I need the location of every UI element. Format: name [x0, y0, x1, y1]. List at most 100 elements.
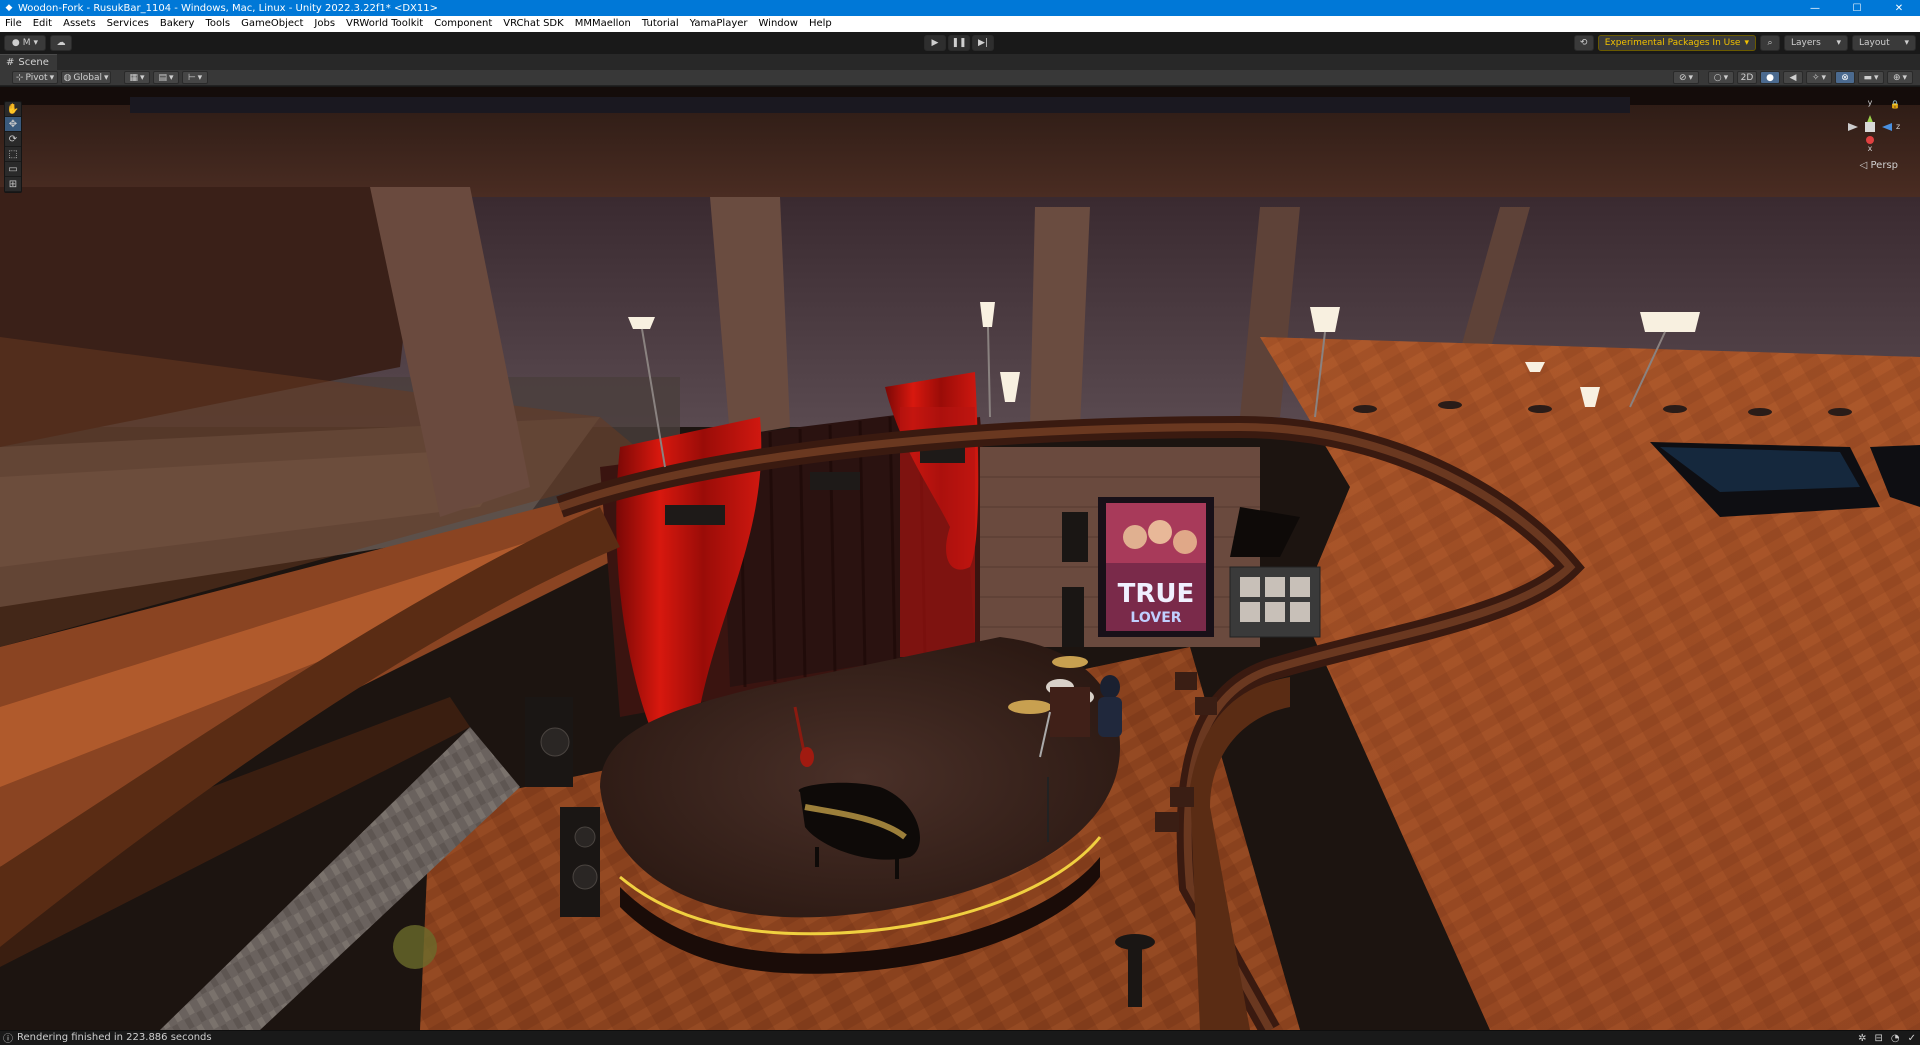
rotate-tool-button[interactable]: ⟳ — [5, 132, 21, 147]
chevron-down-icon: ▾ — [197, 72, 203, 83]
transform-tool-button[interactable]: ⊞ — [5, 177, 21, 192]
account-label: M — [22, 38, 31, 48]
gizmo-y-label: y — [1868, 98, 1873, 107]
window-title: Woodon-Fork - RusukBar_1104 - Windows, M… — [18, 2, 438, 14]
menu-assets[interactable]: Assets — [58, 16, 102, 32]
account-dropdown[interactable]: ● M ▾ — [4, 35, 46, 51]
menu-tutorial[interactable]: Tutorial — [637, 16, 685, 32]
scene-tools-overlay: ✋ ✥ ⟳ ⬚ ▭ ⊞ — [4, 101, 22, 193]
layout-label: Layout — [1859, 38, 1890, 48]
pause-button[interactable]: ❚❚ — [948, 35, 970, 51]
chevron-down-icon: ▾ — [1688, 72, 1694, 83]
orientation-dropdown[interactable]: ⊘ ▾ — [1673, 71, 1699, 84]
lock-icon: 🔒 — [1890, 100, 1900, 109]
menu-mmmaellon[interactable]: MMMaellon — [570, 16, 637, 32]
status-message[interactable]: Rendering finished in 223.886 seconds — [17, 1032, 212, 1043]
cloud-button[interactable]: ☁ — [50, 35, 72, 51]
layers-label: Layers — [1791, 38, 1821, 48]
draw-mode-dropdown[interactable]: ○ ▾ — [1708, 71, 1734, 84]
menu-bakery[interactable]: Bakery — [155, 16, 201, 32]
gizmo-x-label: x — [1868, 144, 1873, 153]
menu-vrworld-toolkit[interactable]: VRWorld Toolkit — [341, 16, 429, 32]
hidden-objects-toggle[interactable]: ⊗ — [1835, 71, 1855, 84]
search-button[interactable]: ⌕ — [1760, 35, 1780, 51]
status-bar: ⓘ Rendering finished in 223.886 seconds … — [0, 1030, 1920, 1045]
orientation-icon: ⊘ — [1678, 72, 1687, 83]
account-icon: ● — [11, 38, 20, 48]
close-button[interactable]: ✕ — [1878, 0, 1920, 16]
bug-icon[interactable]: ✲ — [1858, 1033, 1866, 1044]
camera-icon: ▬ — [1863, 72, 1872, 83]
increment-snap-dropdown[interactable]: ⊢ ▾ — [182, 71, 208, 84]
step-icon: ▶| — [978, 38, 988, 48]
chevron-down-icon: ▾ — [1836, 38, 1841, 48]
global-dropdown[interactable]: ◍ Global ▾ — [61, 71, 111, 84]
shading-icon: ○ — [1713, 72, 1722, 83]
tab-scene[interactable]: # Scene — [0, 54, 57, 70]
global-label: Global — [73, 72, 103, 83]
network-icon[interactable]: ⊟ — [1874, 1033, 1882, 1044]
play-button[interactable]: ▶ — [924, 35, 946, 51]
gizmos-dropdown[interactable]: ⊕ ▾ — [1887, 71, 1913, 84]
scene-tab-bar: # Scene — [0, 54, 1920, 70]
chevron-down-icon: ▾ — [1904, 38, 1909, 48]
window-title-bar: ◆ Woodon-Fork - RusukBar_1104 - Windows,… — [0, 0, 1920, 16]
chevron-down-icon: ▾ — [1744, 38, 1749, 48]
menu-edit[interactable]: Edit — [28, 16, 58, 32]
play-icon: ▶ — [931, 38, 939, 48]
scene-viewport[interactable]: TRUE LOVER ✋ ✥ ⟳ ⬚ ▭ ⊞ y z x 🔒 ◁ Persp — [0, 87, 1920, 1030]
view-tool-button[interactable]: ✋ — [5, 102, 21, 117]
menu-bar: File Edit Assets Services Bakery Tools G… — [0, 16, 1920, 32]
menu-jobs[interactable]: Jobs — [309, 16, 341, 32]
experimental-packages-dropdown[interactable]: Experimental Packages In Use ▾ — [1597, 35, 1756, 51]
lightbulb-icon: ● — [1766, 72, 1774, 83]
menu-component[interactable]: Component — [429, 16, 498, 32]
step-button[interactable]: ▶| — [972, 35, 994, 51]
chevron-down-icon: ▾ — [168, 72, 174, 83]
move-tool-button[interactable]: ✥ — [5, 117, 21, 132]
lighting-toggle[interactable]: ● — [1760, 71, 1780, 84]
minimize-button[interactable]: — — [1794, 0, 1836, 16]
eye-off-icon: ⊗ — [1841, 72, 1849, 83]
menu-gameobject[interactable]: GameObject — [236, 16, 309, 32]
scene-icon: # — [6, 57, 15, 68]
snap-icon: ▤ — [158, 72, 167, 83]
camera-dropdown[interactable]: ▬ ▾ — [1858, 71, 1884, 84]
globe-icon: ◍ — [63, 72, 72, 83]
effects-icon: ✧ — [1811, 72, 1820, 83]
maximize-button[interactable]: ☐ — [1836, 0, 1878, 16]
layout-dropdown[interactable]: Layout ▾ — [1852, 35, 1916, 51]
chevron-down-icon: ▾ — [1873, 72, 1879, 83]
menu-file[interactable]: File — [0, 16, 28, 32]
audio-toggle[interactable]: ◀ — [1783, 71, 1803, 84]
persp-arrow-icon: ◁ — [1859, 160, 1868, 171]
menu-services[interactable]: Services — [102, 16, 155, 32]
pivot-dropdown[interactable]: ⊹ Pivot ▾ — [12, 71, 58, 84]
poster-title-line1: TRUE — [1118, 579, 1195, 609]
menu-tools[interactable]: Tools — [200, 16, 236, 32]
menu-vrchat-sdk[interactable]: VRChat SDK — [498, 16, 569, 32]
move-icon: ✥ — [8, 118, 18, 130]
snap-increment-dropdown[interactable]: ▤ ▾ — [153, 71, 179, 84]
persp-label[interactable]: ◁ Persp — [1860, 160, 1898, 171]
transform-icon: ⊞ — [8, 178, 18, 190]
menu-help[interactable]: Help — [804, 16, 838, 32]
effects-dropdown[interactable]: ✧ ▾ — [1806, 71, 1832, 84]
history-button[interactable]: ⟲ — [1573, 35, 1594, 51]
layers-dropdown[interactable]: Layers ▾ — [1784, 35, 1848, 51]
chevron-down-icon: ▾ — [49, 72, 55, 83]
progress-icon[interactable]: ◔ — [1891, 1033, 1900, 1044]
2d-toggle[interactable]: 2D — [1737, 71, 1757, 84]
grid-snap-dropdown[interactable]: ▦ ▾ — [124, 71, 150, 84]
scale-tool-button[interactable]: ⬚ — [5, 147, 21, 162]
pause-icon: ❚❚ — [951, 38, 967, 48]
info-icon: ⓘ — [3, 1034, 13, 1045]
chevron-down-icon: ▾ — [104, 72, 109, 83]
menu-window[interactable]: Window — [754, 16, 804, 32]
scene-render: TRUE LOVER — [0, 87, 1920, 1030]
chevron-down-icon: ▾ — [1821, 72, 1827, 83]
check-icon[interactable]: ✓ — [1908, 1033, 1916, 1044]
rect-tool-button[interactable]: ▭ — [5, 162, 21, 177]
chevron-down-icon: ▾ — [139, 72, 145, 83]
menu-yamaplayer[interactable]: YamaPlayer — [685, 16, 754, 32]
